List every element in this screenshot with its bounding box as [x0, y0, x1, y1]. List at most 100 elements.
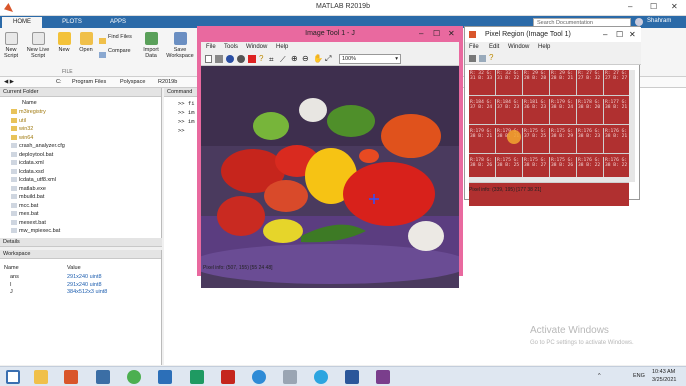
new-icon[interactable] — [205, 55, 212, 63]
image-tool-close-button[interactable]: ✕ — [448, 29, 455, 38]
workspace-name-header[interactable]: Name — [4, 265, 19, 271]
menu-help[interactable]: Help — [276, 42, 288, 52]
mail-icon[interactable] — [158, 370, 172, 384]
telegram-icon[interactable] — [314, 370, 328, 384]
folder-list-item[interactable]: lcdata_utf8.xml — [19, 176, 56, 184]
info-icon[interactable] — [226, 55, 234, 63]
image-tool-minimize-button[interactable]: – — [419, 29, 423, 38]
edge-icon[interactable] — [252, 370, 266, 384]
word-icon[interactable] — [345, 370, 359, 384]
folder-list-item[interactable]: m3iregistry — [19, 108, 46, 116]
folder-list-item[interactable]: lcdata.xsd — [19, 168, 44, 176]
pixel-region-pixel-info: Pixel info: (339, 195) [177 38 21] — [469, 187, 542, 193]
folder-list-item[interactable]: win32 — [19, 125, 33, 133]
adjust-contrast-icon[interactable] — [248, 55, 256, 63]
crop-icon[interactable]: ⌗ — [269, 55, 274, 65]
breadcrumb-r2019b[interactable]: R2019b — [158, 77, 177, 88]
workspace-value-header[interactable]: Value — [67, 265, 81, 271]
pr-help-icon[interactable]: ? — [489, 53, 493, 62]
workspace-var-name: ans — [10, 274, 19, 280]
pixel-region-close-button[interactable]: ✕ — [629, 27, 636, 42]
measure-icon[interactable]: ⟋ — [280, 55, 286, 65]
pan-icon[interactable]: ✋ — [313, 54, 323, 63]
pr-menu-window[interactable]: Window — [508, 42, 529, 53]
matlab-taskbar-icon[interactable] — [64, 370, 78, 384]
folder-list-item[interactable]: icdata.xml — [19, 159, 44, 167]
pixel-region-grid[interactable]: R:176 G: 38 B: 22 R:176 G: 38 B: 22 R:175 … — [469, 70, 629, 206]
folder-list-item[interactable]: crash_analyzer.cfg — [19, 142, 65, 150]
pixel-region-minimize-button[interactable]: – — [603, 27, 607, 42]
pr-vertical-scrollbar[interactable] — [629, 70, 635, 182]
zoom-out-icon[interactable]: ⊖ — [302, 54, 309, 63]
pr-menu-edit[interactable]: Edit — [489, 42, 499, 53]
pixel-region-icon[interactable] — [237, 55, 245, 63]
menu-window[interactable]: Window — [246, 42, 267, 52]
pixel-cell: R:179 G: 38 B: 24 — [550, 99, 577, 125]
zoom-in-icon[interactable]: ⊕ — [291, 54, 298, 63]
user-name[interactable]: Shahram — [647, 18, 671, 24]
folder-list-item[interactable]: matlab.exe — [19, 185, 46, 193]
save-workspace-button[interactable]: Save Workspace — [164, 32, 196, 59]
workspace-row[interactable]: ans 291x240 uint8 — [0, 274, 162, 281]
clock-time[interactable]: 10:43 AM — [652, 369, 675, 375]
zoom-select[interactable]: 100% ▾ — [339, 54, 401, 64]
folder-list-item[interactable]: win64 — [19, 134, 33, 142]
folder-list-item[interactable]: util — [19, 117, 26, 125]
file-explorer-icon[interactable] — [34, 370, 48, 384]
peppers-image[interactable] — [201, 66, 459, 288]
breadcrumb-polyspace[interactable]: Polyspace — [120, 77, 145, 88]
media-icon[interactable] — [190, 370, 204, 384]
open-button[interactable]: Open — [76, 32, 96, 53]
pdf-reader-icon[interactable] — [221, 370, 235, 384]
minimize-button[interactable]: – — [628, 2, 632, 11]
windows-start-icon[interactable] — [6, 370, 20, 384]
import-data-button[interactable]: Import Data — [140, 32, 162, 59]
folder-list-item[interactable]: mcc.bat — [19, 202, 38, 210]
folder-list-item[interactable]: mex.bat — [19, 210, 39, 218]
maximize-button[interactable]: ☐ — [650, 2, 657, 11]
close-button[interactable]: ✕ — [671, 2, 678, 11]
image-display[interactable] — [201, 66, 459, 288]
workspace-row[interactable]: I 291x240 uint8 — [0, 282, 162, 289]
chrome-icon[interactable] — [127, 370, 141, 384]
pr-print-icon[interactable] — [469, 55, 476, 62]
breadcrumb-program-files[interactable]: Program Files — [72, 77, 106, 88]
new-live-script-button[interactable]: New Live Script — [24, 32, 52, 59]
pixel-region-maximize-button[interactable]: ☐ — [616, 27, 623, 42]
breadcrumb-drive[interactable]: C: — [56, 77, 62, 88]
new-button[interactable]: New — [54, 32, 74, 53]
folder-list-item[interactable]: deploytool.bat — [19, 151, 53, 159]
pr-menu-file[interactable]: File — [469, 42, 479, 53]
app-taskbar-icon[interactable] — [96, 370, 110, 384]
new-script-button[interactable]: New Script — [0, 32, 22, 59]
print-icon[interactable] — [215, 55, 223, 63]
workspace-var-value: 291x240 uint8 — [67, 281, 102, 288]
language-indicator[interactable]: ENG — [633, 373, 645, 379]
pixel-cell: R:184 G: 37 B: 23 — [496, 99, 523, 125]
pr-horizontal-scrollbar[interactable] — [469, 177, 629, 182]
folder-list-item[interactable]: mw_mpiexec.bat — [19, 227, 60, 235]
menu-tools[interactable]: Tools — [224, 42, 238, 52]
name-column-header[interactable]: Name — [22, 100, 37, 106]
app-icon[interactable] — [283, 370, 297, 384]
fit-icon[interactable]: ⤢ — [325, 54, 331, 64]
back-arrow-icon[interactable]: ◀ ▶ — [4, 77, 14, 88]
activation-watermark-title: Activate Windows — [530, 325, 609, 336]
command-prompt[interactable]: >> — [178, 128, 185, 134]
tab-apps[interactable]: APPS — [98, 17, 138, 28]
workspace-row[interactable]: J 384x512x3 uint8 — [0, 289, 162, 296]
image-tool-maximize-button[interactable]: ☐ — [433, 29, 440, 38]
details-bar[interactable]: Details — [0, 238, 162, 247]
pr-menu-help[interactable]: Help — [538, 42, 550, 53]
pr-copy-icon[interactable] — [479, 55, 486, 62]
folder-list-item[interactable]: mbuild.bat — [19, 193, 44, 201]
pixel-region-toolbar: ? — [465, 53, 641, 65]
tab-home[interactable]: HOME — [2, 17, 42, 28]
folder-list-item[interactable]: mexext.bat — [19, 219, 46, 227]
video-icon[interactable] — [376, 370, 390, 384]
menu-file[interactable]: File — [206, 42, 216, 52]
help-icon[interactable]: ? — [259, 54, 263, 63]
clock-date[interactable]: 3/25/2021 — [652, 377, 676, 383]
tab-plots[interactable]: PLOTS — [52, 17, 92, 28]
tray-arrow-icon[interactable]: ^ — [598, 373, 601, 379]
